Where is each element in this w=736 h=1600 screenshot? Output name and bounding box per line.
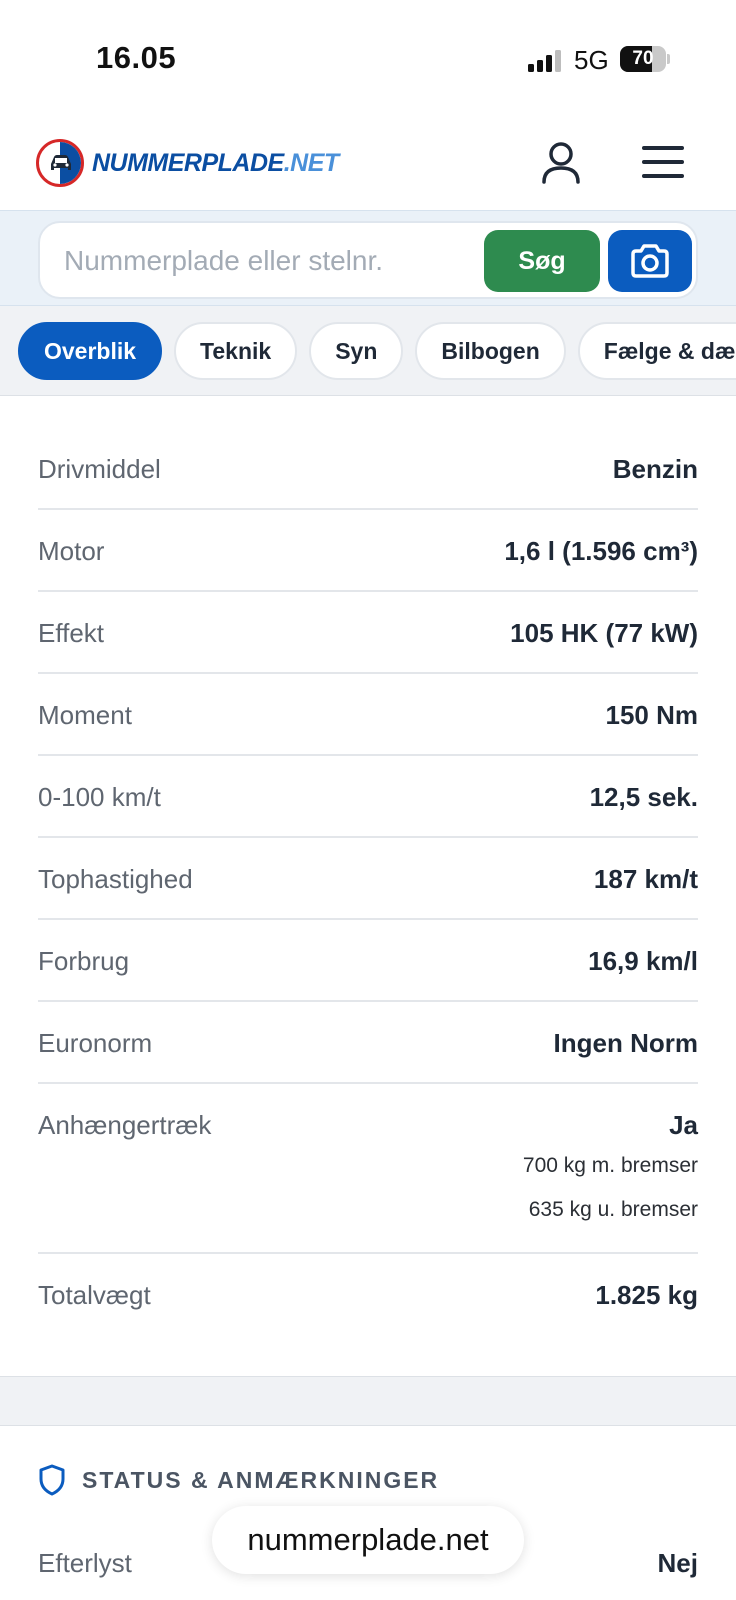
spec-detail: 635 kg u. bremser xyxy=(528,1198,698,1221)
status-label: Efterlyst xyxy=(38,1548,132,1578)
spec-value: 105 HK (77 kW) xyxy=(510,618,698,648)
tab-teknik[interactable]: Teknik xyxy=(174,322,298,380)
spec-value: Ja xyxy=(669,1110,698,1140)
spec-value-group: Ja 700 kg m. bremser 635 kg u. bremser xyxy=(523,1084,698,1221)
spec-label: 0-100 km/t xyxy=(38,782,161,812)
tabs: Overblik Teknik Syn Bilbogen Fælge & dæk xyxy=(18,322,736,380)
browser-url-bar[interactable]: nummerplade.net xyxy=(212,1506,524,1574)
site-logo[interactable]: NUMMERPLADE.NET xyxy=(36,138,339,188)
tab-syn[interactable]: Syn xyxy=(309,322,404,380)
spec-row-anhaengertraek: Anhængertræk Ja 700 kg m. bremser 635 kg… xyxy=(38,1084,698,1254)
camera-icon xyxy=(631,244,669,278)
spec-label: Drivmiddel xyxy=(38,454,161,484)
spec-value: 1.825 kg xyxy=(595,1280,698,1310)
spec-row-effekt: Effekt 105 HK (77 kW) xyxy=(38,592,698,674)
search-bar: Søg xyxy=(0,210,736,306)
spec-value: 12,5 sek. xyxy=(589,782,698,812)
search-input[interactable] xyxy=(64,237,484,285)
spec-value: Benzin xyxy=(612,454,698,484)
spec-detail: 700 kg m. bremser xyxy=(522,1154,698,1177)
search-box: Søg xyxy=(38,221,698,299)
spec-row-euronorm: Euronorm Ingen Norm xyxy=(38,1002,698,1084)
signal-icon xyxy=(528,50,562,72)
spec-row-forbrug: Forbrug 16,9 km/l xyxy=(38,920,698,1002)
spec-value: 150 Nm xyxy=(605,700,699,730)
spec-value: 16,9 km/l xyxy=(588,946,698,976)
spec-row-acceleration: 0-100 km/t 12,5 sek. xyxy=(38,756,698,838)
battery-icon: 70 xyxy=(620,46,670,72)
spec-value: 1,6 l (1.596 cm³) xyxy=(504,536,698,566)
hamburger-menu-icon[interactable] xyxy=(642,144,686,182)
logo-text: NUMMERPLADE.NET xyxy=(92,148,339,177)
search-button[interactable]: Søg xyxy=(484,230,600,292)
status-section-header: STATUS & ANMÆRKNINGER xyxy=(38,1464,439,1496)
page: 16.05 5G 70 NUMMERPLADE.NET Nummerplade … xyxy=(0,0,736,1600)
status-bar: 16.05 5G 70 xyxy=(0,0,736,120)
spec-label: Anhængertræk xyxy=(38,1110,212,1140)
spec-label: Effekt xyxy=(38,618,105,648)
car-logo-icon xyxy=(36,139,84,187)
section-title: STATUS & ANMÆRKNINGER xyxy=(82,1466,440,1493)
site-header: NUMMERPLADE.NET xyxy=(0,120,736,210)
spec-row-drivmiddel: Drivmiddel Benzin xyxy=(38,428,698,510)
network-type: 5G xyxy=(574,45,609,75)
tab-faelge-daek[interactable]: Fælge & dæk xyxy=(577,322,736,380)
spec-label: Motor xyxy=(38,536,105,566)
camera-button[interactable] xyxy=(608,230,692,292)
user-icon[interactable] xyxy=(540,140,582,186)
shield-icon xyxy=(39,1464,65,1496)
battery-percent: 70 xyxy=(632,48,654,69)
tab-bar: Overblik Teknik Syn Bilbogen Fælge & dæk xyxy=(0,306,736,396)
spec-label: Moment xyxy=(38,700,132,730)
spec-label: Totalvægt xyxy=(38,1280,151,1310)
spec-row-totalvaegt: Totalvægt 1.825 kg xyxy=(38,1254,698,1336)
spec-label: Forbrug xyxy=(38,946,130,976)
spec-value: Ingen Norm xyxy=(553,1028,698,1058)
tab-bilbogen[interactable]: Bilbogen xyxy=(415,322,566,380)
spec-label: Euronorm xyxy=(38,1028,153,1058)
spec-value: 187 km/t xyxy=(593,864,698,894)
status-value: Nej xyxy=(657,1548,698,1578)
section-divider xyxy=(0,1376,736,1426)
spec-row-moment: Moment 150 Nm xyxy=(38,674,698,756)
spec-row-tophastighed: Tophastighed 187 km/t xyxy=(38,838,698,920)
spec-row-motor: Motor 1,6 l (1.596 cm³) xyxy=(38,510,698,592)
tab-overblik[interactable]: Overblik xyxy=(18,322,163,380)
spec-label: Tophastighed xyxy=(38,864,193,894)
status-time: 16.05 xyxy=(96,40,177,75)
spec-list: Drivmiddel Benzin Motor 1,6 l (1.596 cm³… xyxy=(38,428,698,1336)
